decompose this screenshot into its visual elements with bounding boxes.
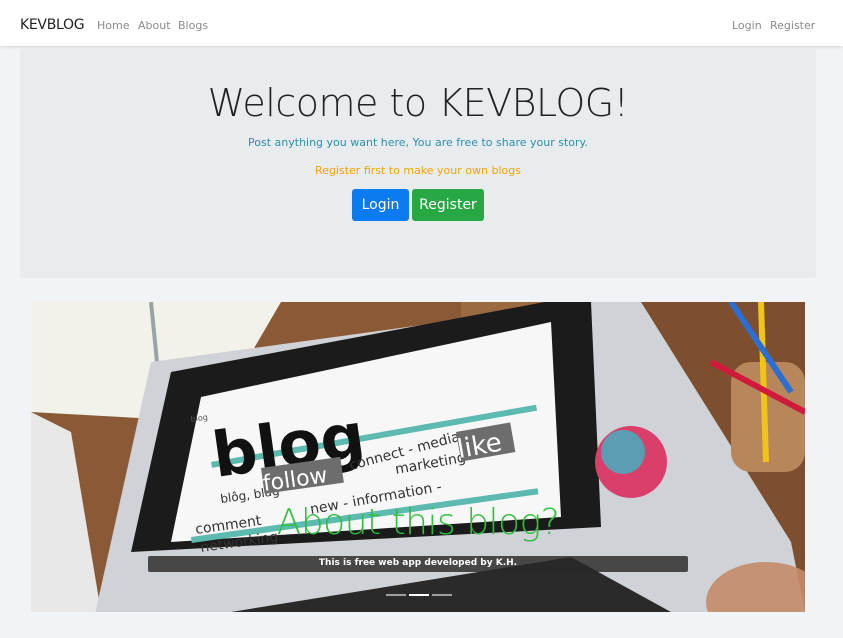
nav-login-link[interactable]: Login [732, 19, 762, 32]
brand-link[interactable]: KEVBLOG [20, 17, 85, 33]
page-title: Welcome to KEVBLOG! [207, 81, 629, 125]
register-button[interactable]: Register [412, 189, 484, 221]
navbar: KEVBLOG Home About Blogs Login Register [0, 0, 843, 46]
register-note: Register first to make your own blogs [315, 164, 521, 177]
carousel-caption-bar: This is free web app developed by K.H. [148, 556, 688, 572]
carousel[interactable]: blog blôg, bläg follow connect - media c… [31, 302, 805, 612]
carousel-indicator-3[interactable] [432, 594, 452, 596]
carousel-caption-text: This is free web app developed by K.H. [318, 558, 518, 568]
nav-home-link[interactable]: Home [97, 19, 129, 32]
carousel-caption-title: About this blog? [276, 502, 560, 543]
nav-about-link[interactable]: About [138, 19, 171, 32]
carousel-indicator-2[interactable] [409, 594, 429, 596]
jumbotron: Welcome to KEVBLOG! Post anything you wa… [20, 48, 816, 278]
nav-blogs-link[interactable]: Blogs [178, 19, 208, 32]
lead-text: Post anything you want here, You are fre… [248, 136, 588, 149]
nav-register-link[interactable]: Register [770, 19, 815, 32]
carousel-indicator-1[interactable] [386, 594, 406, 596]
login-button[interactable]: Login [352, 189, 409, 221]
